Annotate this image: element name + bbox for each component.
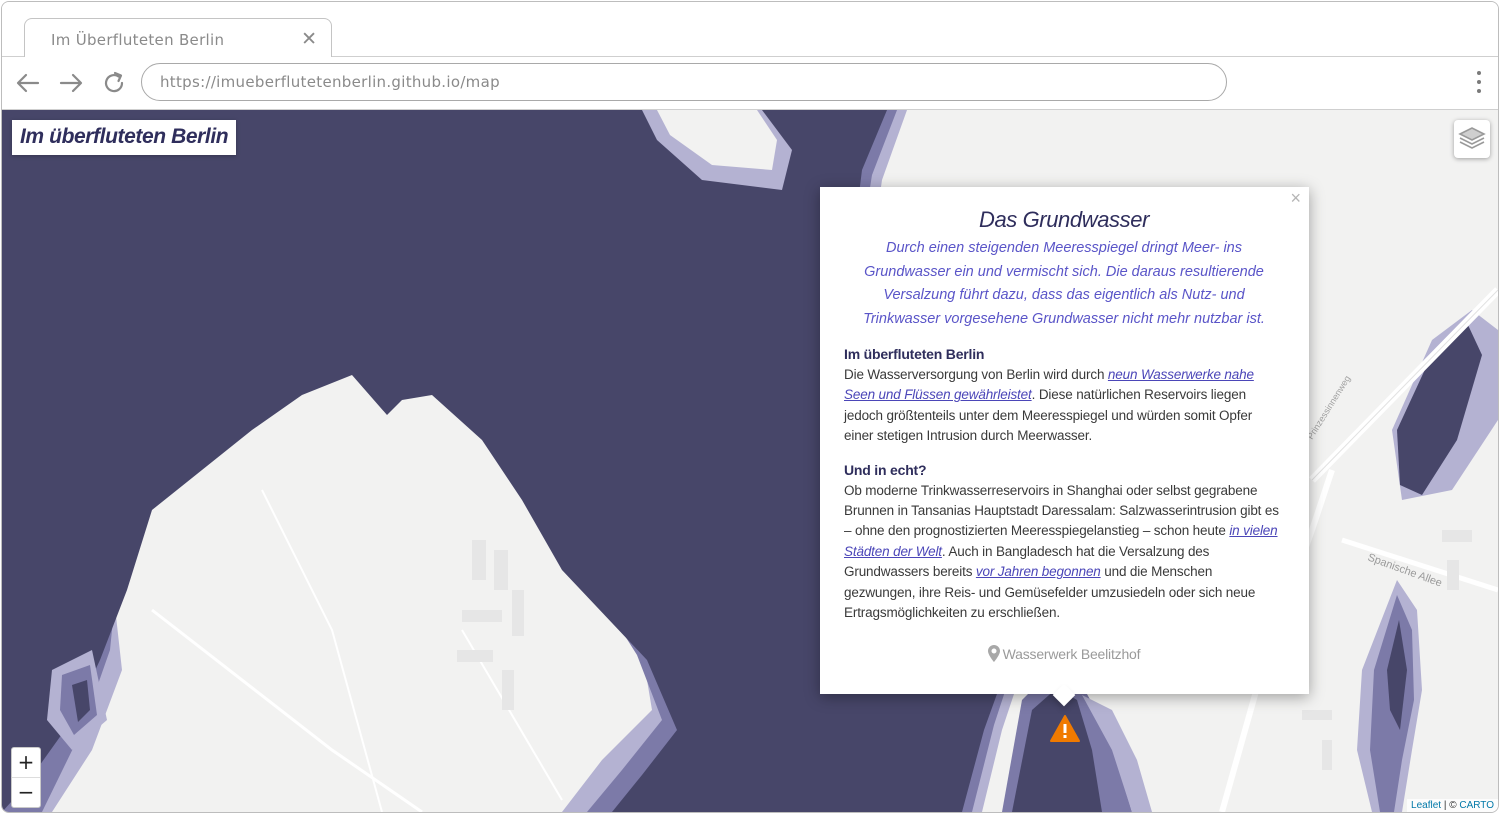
reload-icon[interactable] (100, 69, 128, 97)
text-span: Die Wasserversorgung von Berlin wird dur… (844, 367, 1108, 382)
map-title: Im überfluteten Berlin (12, 120, 237, 155)
location-name: Wasserwerk Beelitzhof (1002, 646, 1141, 663)
browser-toolbar: https://imueberflutetenberlin.github.io/… (2, 57, 1498, 110)
link-vor-jahren[interactable]: vor Jahren begonnen (976, 564, 1101, 579)
popup-location: Wasserwerk Beelitzhof (844, 645, 1284, 663)
carto-link[interactable]: CARTO (1459, 800, 1494, 811)
browser-tab[interactable]: Im Überfluteten Berlin ✕ (24, 18, 332, 58)
address-bar[interactable]: https://imueberflutetenberlin.github.io/… (141, 63, 1227, 101)
section-text-berlin: Die Wasserversorgung von Berlin wird dur… (844, 365, 1284, 447)
url-text: https://imueberflutetenberlin.github.io/… (160, 73, 500, 91)
popup-title: Das Grundwasser (978, 207, 1150, 232)
layers-icon (1458, 127, 1486, 149)
section-heading-berlin: Im überfluteten Berlin (844, 346, 985, 362)
map-attribution: Leaflet | © CARTO (1407, 799, 1498, 812)
popup-content: Das Grundwasser Durch einen steigenden M… (844, 207, 1284, 663)
layers-button[interactable] (1454, 120, 1490, 158)
section-text-echt: Ob moderne Trinkwasserreservoirs in Shan… (844, 481, 1284, 624)
zoom-control: + − (11, 747, 41, 808)
tab-title: Im Überfluteten Berlin (51, 31, 225, 49)
leaflet-link[interactable]: Leaflet (1411, 800, 1441, 811)
info-popup: × Das Grundwasser Durch einen steigenden… (820, 187, 1309, 707)
attribution-separator: | © (1441, 800, 1460, 811)
map-pin-icon (987, 645, 1000, 663)
zoom-out-button[interactable]: − (12, 777, 40, 807)
flood-map[interactable]: Spanische Allee Prinzessinnenweg Im über… (2, 110, 1498, 812)
tab-strip: Im Überfluteten Berlin ✕ (2, 2, 1498, 58)
back-arrow-icon[interactable] (14, 69, 42, 97)
popup-close-button[interactable]: × (1290, 188, 1301, 209)
browser-window: Im Überfluteten Berlin ✕ https://imueber… (1, 1, 1499, 813)
text-span: Ob moderne Trinkwasserreservoirs in Shan… (844, 482, 1279, 539)
tab-close-icon[interactable]: ✕ (301, 28, 317, 50)
popup-intro: Durch einen steigenden Meeresspiegel dri… (863, 240, 1265, 327)
section-heading-echt: Und in echt? (844, 461, 927, 478)
browser-menu-icon[interactable] (1476, 71, 1482, 97)
zoom-in-button[interactable]: + (12, 748, 40, 777)
forward-arrow-icon[interactable] (57, 69, 85, 97)
warning-marker-icon[interactable] (1049, 714, 1081, 744)
